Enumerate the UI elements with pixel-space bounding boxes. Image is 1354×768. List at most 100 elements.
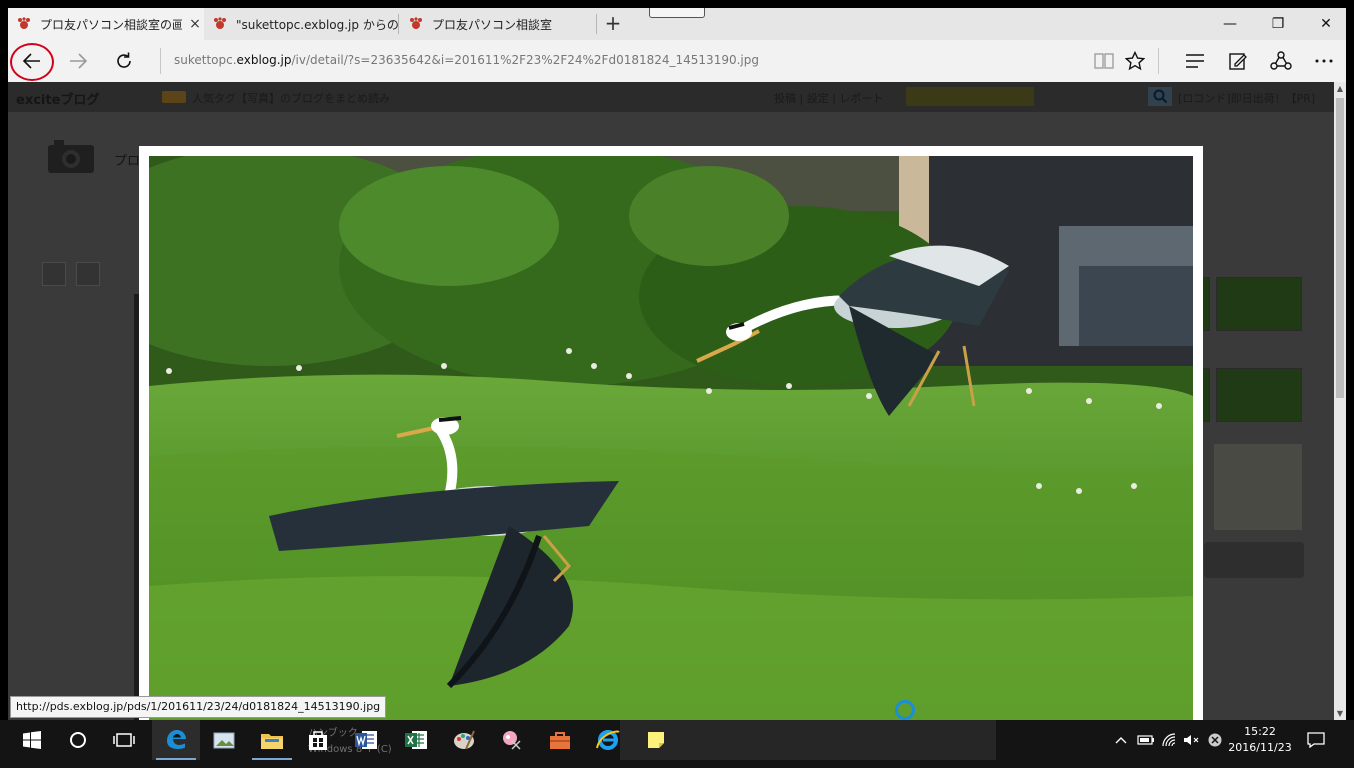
- taskbar-excel[interactable]: [392, 720, 440, 760]
- show-hidden-icons-button[interactable]: [1112, 730, 1130, 750]
- sidebar-article-image[interactable]: [1214, 444, 1302, 530]
- network-tray[interactable]: [1160, 730, 1182, 750]
- tab-2[interactable]: "sukettopc.exblog.jp からの: [204, 8, 398, 40]
- scroll-up-arrow-icon[interactable]: ▲: [1334, 84, 1346, 93]
- favicon-icon: [410, 17, 422, 29]
- back-arrow-icon: [22, 53, 40, 69]
- navigation-bar: sukettopc.exblog.jp/iv/detail/?s=2363564…: [8, 40, 1346, 82]
- folder-icon: [261, 734, 283, 749]
- battery-icon: [1137, 735, 1154, 745]
- search-icon: [1153, 89, 1168, 104]
- task-view-button[interactable]: [100, 720, 148, 760]
- battery-tray[interactable]: [1134, 730, 1158, 750]
- favicon-icon: [18, 17, 30, 29]
- refresh-button[interactable]: [106, 44, 142, 78]
- windows-logo-icon: [23, 731, 41, 749]
- reading-view-button[interactable]: [1091, 48, 1117, 74]
- image-lightbox: [139, 146, 1203, 720]
- pr-banner-text[interactable]: [ロコンド]即日出荷！【PR]: [1178, 90, 1315, 106]
- sticky-note-icon: [648, 732, 664, 748]
- taskbar-sticky-notes[interactable]: [632, 720, 680, 760]
- notification-status-tray[interactable]: [1204, 730, 1226, 750]
- word-icon: [355, 731, 377, 749]
- url-prefix: sukettopc.: [174, 53, 237, 67]
- tab-3[interactable]: プロ友パソコン相談室: [400, 8, 596, 40]
- tab-label: "sukettopc.exblog.jp からの: [236, 17, 398, 32]
- tab-divider: [398, 14, 399, 34]
- minimize-button[interactable]: —: [1206, 8, 1254, 40]
- toolbar-divider: [1158, 48, 1159, 74]
- url-host: exblog.jp: [236, 53, 292, 67]
- chevron-up-icon: [1115, 737, 1127, 744]
- url-path: /iv/detail/?s=23635642&i=201611%2F23%2F2…: [291, 53, 759, 67]
- action-center-button[interactable]: [1302, 730, 1330, 750]
- popular-tags-link[interactable]: 人気タグ【写真】のブログをまとめ読み: [192, 90, 390, 106]
- photo-viewer-icon: [213, 732, 235, 749]
- edge-icon: [167, 730, 186, 749]
- taskbar-word[interactable]: [342, 720, 390, 760]
- taskbar-edge[interactable]: [152, 720, 200, 760]
- excite-blog-logo[interactable]: exciteブログ: [16, 89, 99, 108]
- address-divider: [160, 48, 161, 74]
- cortana-button[interactable]: [54, 720, 102, 760]
- taskbar: ハンブック Windows 8 ↑ (C) 15:22 2016/11/23: [0, 720, 1354, 768]
- status-url-tooltip: http://pds.exblog.jp/pds/1/201611/23/24/…: [10, 696, 387, 718]
- popular-tag-badge: [162, 91, 186, 103]
- taskbar-briefcase[interactable]: [536, 720, 584, 760]
- paint-palette-icon: [454, 730, 475, 750]
- close-button[interactable]: ✕: [1302, 8, 1350, 40]
- back-button[interactable]: [14, 44, 50, 78]
- favorite-button[interactable]: [1122, 48, 1148, 74]
- taskbar-photos[interactable]: [200, 720, 248, 760]
- blog-search-field[interactable]: [906, 87, 1034, 106]
- favicon-icon: [214, 17, 226, 29]
- share-button[interactable]: [1268, 48, 1294, 74]
- scrollbar-thumb[interactable]: [1336, 98, 1344, 398]
- more-button[interactable]: [1311, 48, 1337, 74]
- more-icon: [1315, 59, 1333, 63]
- taskbar-store[interactable]: [294, 720, 342, 760]
- reading-view-icon: [1094, 53, 1114, 69]
- blog-search-button[interactable]: [1148, 87, 1172, 106]
- snipping-tool-icon: [503, 731, 521, 750]
- web-note-icon: [1229, 53, 1247, 70]
- start-button[interactable]: [8, 720, 56, 760]
- action-center-icon: [1307, 732, 1325, 748]
- tab-preview-toggle[interactable]: [649, 8, 705, 18]
- volume-tray[interactable]: [1182, 730, 1202, 750]
- taskbar-snipping[interactable]: [488, 720, 536, 760]
- web-note-button[interactable]: [1225, 48, 1251, 74]
- forward-button[interactable]: [60, 44, 96, 78]
- briefcase-icon: [550, 732, 570, 749]
- scroll-down-arrow-icon[interactable]: ▼: [1334, 709, 1346, 718]
- sidebar-thumbnail[interactable]: [1216, 277, 1302, 331]
- hub-button[interactable]: [1182, 48, 1208, 74]
- tab-bar: プロ友パソコン相談室の画 × "sukettopc.exblog.jp からの …: [8, 8, 1346, 40]
- taskbar-paint[interactable]: [440, 720, 488, 760]
- vertical-scrollbar[interactable]: ▲ ▼: [1334, 82, 1346, 720]
- address-bar[interactable]: sukettopc.exblog.jp/iv/detail/?s=2363564…: [174, 53, 759, 67]
- blog-account-links[interactable]: 投稿 | 設定 | レポート: [774, 90, 883, 106]
- forward-arrow-icon: [70, 53, 88, 69]
- tab-label: プロ友パソコン相談室の画: [40, 17, 182, 32]
- taskbar-internet-explorer[interactable]: [584, 720, 632, 760]
- blog-header-bar: exciteブログ 人気タグ【写真】のブログをまとめ読み 投稿 | 設定 | レ…: [8, 82, 1334, 112]
- store-bag-icon: [309, 731, 327, 750]
- clock-date[interactable]: 2016/11/23: [1226, 741, 1294, 754]
- page-content: exciteブログ 人気タグ【写真】のブログをまとめ読み 投稿 | 設定 | レ…: [8, 82, 1346, 720]
- favorite-star-icon: [1125, 51, 1145, 71]
- share-icon: [1270, 51, 1292, 70]
- tab-close-icon[interactable]: ×: [186, 16, 204, 32]
- next-page-button[interactable]: [76, 262, 100, 286]
- tab-active[interactable]: プロ友パソコン相談室の画 ×: [8, 8, 204, 40]
- sidebar-thumbnail[interactable]: [1216, 368, 1302, 422]
- cortana-circle-icon: [70, 732, 86, 748]
- sidebar-panel: [1204, 542, 1304, 578]
- restore-button[interactable]: ❐: [1254, 8, 1302, 40]
- clock-time[interactable]: 15:22: [1232, 725, 1288, 738]
- prev-page-button[interactable]: [42, 262, 66, 286]
- close-circle-icon: [1208, 733, 1222, 747]
- heron-photo[interactable]: [149, 156, 1193, 720]
- tab-label: プロ友パソコン相談室: [432, 17, 553, 32]
- new-tab-button[interactable]: +: [600, 8, 626, 40]
